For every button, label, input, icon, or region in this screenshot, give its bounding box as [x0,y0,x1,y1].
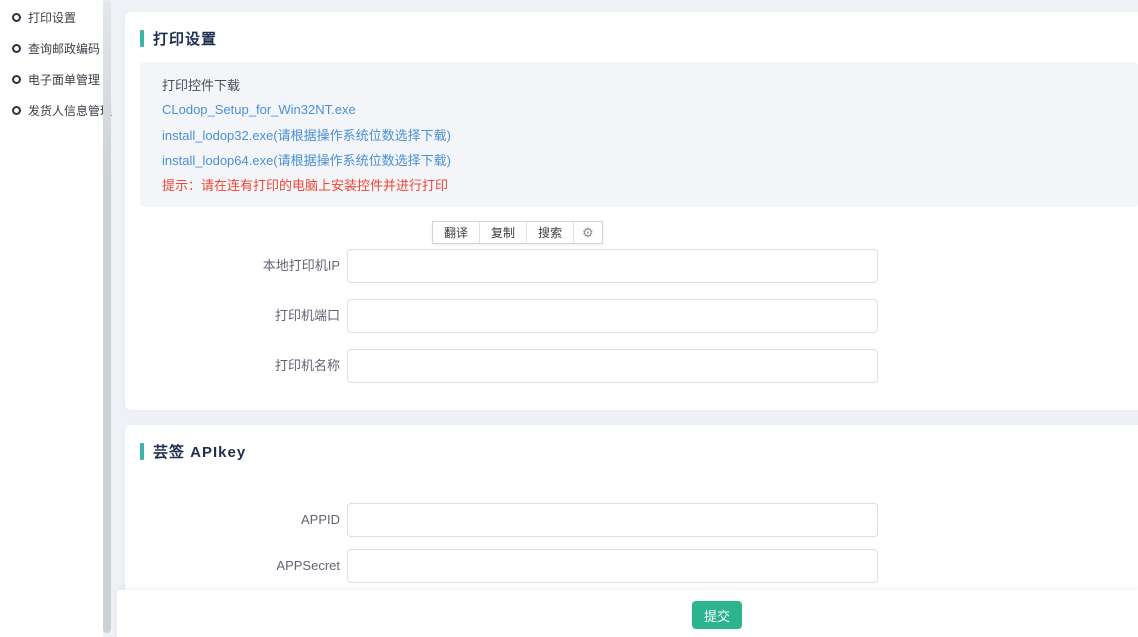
section-title-text: 芸签 APIkey [153,441,246,462]
sidebar-item-label: 打印设置 [28,9,76,26]
sidebar-item-shipper-info-management[interactable]: 发货人信息管理 [0,95,103,126]
printer-port-input[interactable] [347,299,878,333]
sidebar: 打印设置 查询邮政编码 电子面单管理 发货人信息管理 [0,0,103,637]
sidebar-item-ewaybill-management[interactable]: 电子面单管理 [0,64,103,95]
gear-icon[interactable]: ⚙ [574,222,602,243]
title-accent-bar [140,443,144,460]
sidebar-item-label: 查询邮政编码 [28,40,100,57]
appid-input[interactable] [347,503,878,537]
footer-bar: 提交 [117,590,1138,637]
field-label-appsecret: APPSecret [125,549,340,583]
circle-icon [12,75,21,84]
title-accent-bar [140,30,144,47]
print-settings-card: 打印设置 打印控件下载 CLodop_Setup_for_Win32NT.exe… [125,12,1138,410]
circle-icon [12,13,21,22]
field-label-printer-port: 打印机端口 [125,299,340,333]
download-link-lodop64[interactable]: install_lodop64.exe(请根据操作系统位数选择下载) [162,150,451,169]
print-settings-section-title: 打印设置 [140,28,217,49]
section-title-text: 打印设置 [153,28,217,49]
download-panel: 打印控件下载 CLodop_Setup_for_Win32NT.exe inst… [140,62,1138,207]
search-button[interactable]: 搜索 [527,222,574,243]
local-printer-ip-input[interactable] [347,249,878,283]
download-link-clodop[interactable]: CLodop_Setup_for_Win32NT.exe [162,102,356,117]
sidebar-item-postcode-lookup[interactable]: 查询邮政编码 [0,33,103,64]
field-label-local-printer-ip: 本地打印机IP [125,249,340,283]
sidebar-item-label: 电子面单管理 [28,71,100,88]
copy-button[interactable]: 复制 [480,222,527,243]
field-label-printer-name: 打印机名称 [125,349,340,383]
circle-icon [12,44,21,53]
appsecret-input[interactable] [347,549,878,583]
apikey-section-title: 芸签 APIkey [140,441,246,462]
sidebar-item-label: 发货人信息管理 [28,102,112,119]
selection-toolbar-popup: 翻译 复制 搜索 ⚙ [432,221,603,244]
sidebar-item-print-settings[interactable]: 打印设置 [0,2,103,33]
printer-name-input[interactable] [347,349,878,383]
translate-button[interactable]: 翻译 [433,222,480,243]
scrollbar[interactable] [103,0,111,633]
install-tip-text: 提示：请在连有打印的电脑上安装控件并进行打印 [162,172,1116,197]
download-link-lodop32[interactable]: install_lodop32.exe(请根据操作系统位数选择下载) [162,125,451,144]
download-panel-heading: 打印控件下载 [162,72,1116,97]
submit-button[interactable]: 提交 [692,601,742,629]
field-label-appid: APPID [125,503,340,537]
circle-icon [12,106,21,115]
